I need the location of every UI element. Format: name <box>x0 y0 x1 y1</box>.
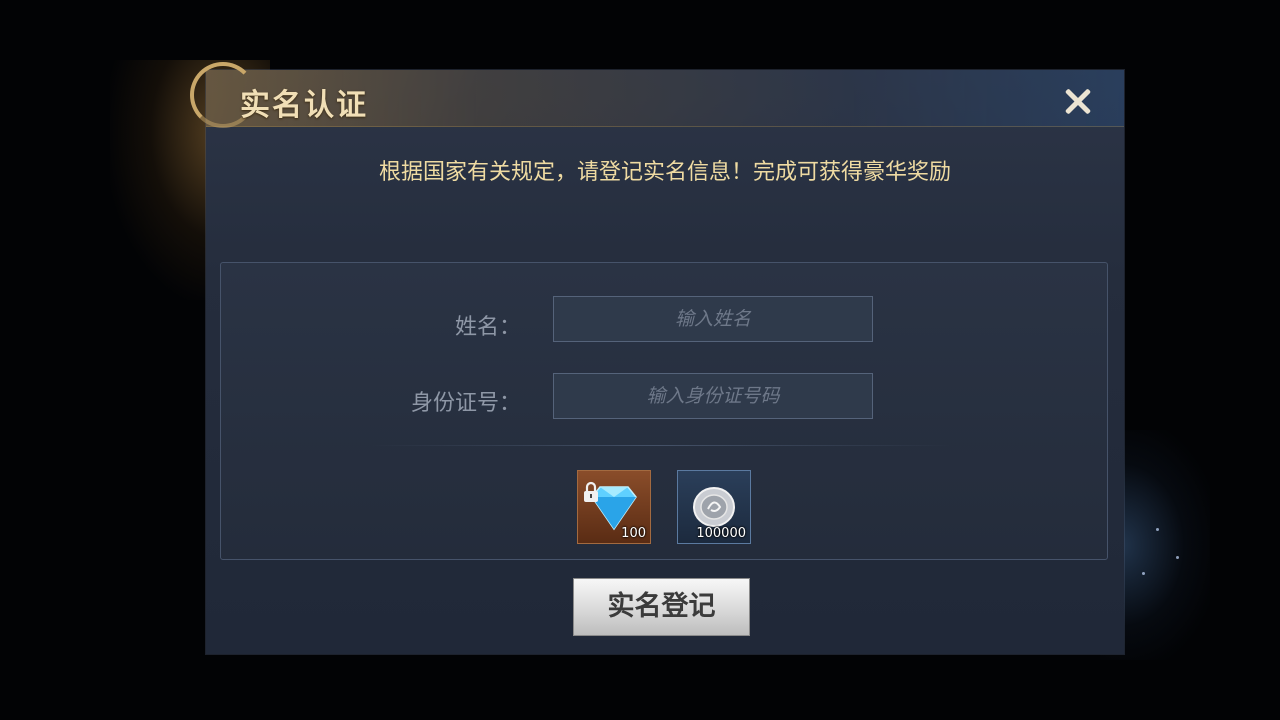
name-label: 姓名： <box>454 315 521 340</box>
divider <box>371 445 951 446</box>
reward-quantity: 100000 <box>696 526 746 541</box>
name-input[interactable]: 输入姓名 <box>553 296 873 342</box>
notice-text: 根据国家有关规定，请登记实名信息！完成可获得豪华奖励 <box>378 160 951 185</box>
reward-diamond[interactable]: 100 <box>577 470 651 544</box>
id-number-input[interactable]: 输入身份证号码 <box>553 373 873 419</box>
close-button[interactable] <box>1058 82 1098 122</box>
sparkle <box>1176 556 1179 559</box>
id-number-label: 身份证号： <box>410 391 521 416</box>
sparkle <box>1156 528 1159 531</box>
sparkle <box>1142 572 1145 575</box>
dialog-title-bar: 实名认证 <box>190 62 1124 128</box>
dialog-title: 实名认证 <box>240 88 368 123</box>
form-panel: 姓名： 输入姓名 身份证号： 输入身份证号码 100 100000 <box>220 262 1108 560</box>
reward-coin[interactable]: 100000 <box>677 470 751 544</box>
game-screen: 实名认证 根据国家有关规定，请登记实名信息！完成可获得豪华奖励 姓名： 输入姓名… <box>0 0 1280 720</box>
register-button[interactable]: 实名登记 <box>573 578 750 636</box>
real-name-verification-dialog: 实名认证 根据国家有关规定，请登记实名信息！完成可获得豪华奖励 姓名： 输入姓名… <box>190 62 1124 654</box>
reward-quantity: 100 <box>621 526 646 541</box>
